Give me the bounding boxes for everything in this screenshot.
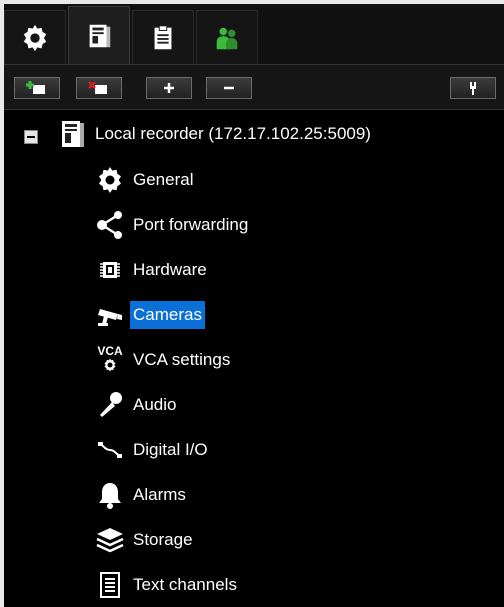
tree-item-label: Digital I/O [133, 440, 208, 459]
remove-recorder-icon [88, 81, 107, 94]
collapse-all-button[interactable] [206, 77, 252, 99]
users-icon [216, 27, 238, 49]
remove-recorder-button[interactable] [76, 77, 122, 99]
tree-item-label: Port forwarding [133, 215, 249, 234]
tree-item-label: General [133, 170, 194, 189]
tab-clipboard[interactable] [132, 10, 194, 64]
vca-icon: VCA [97, 344, 123, 358]
minus-icon [224, 86, 234, 90]
tree-item-storage[interactable]: Storage [90, 522, 196, 558]
server-icon [62, 121, 84, 147]
add-recorder-icon [26, 81, 45, 94]
tree-item-label: Alarms [133, 485, 186, 504]
chip-icon [100, 262, 120, 278]
gear-icon [104, 358, 116, 372]
recorder-tree: Local recorder (172.17.102.25:5009) Gene… [4, 110, 504, 607]
toolbar [4, 64, 504, 110]
tab-users[interactable] [196, 10, 258, 64]
tree-item-general[interactable]: General [90, 162, 196, 198]
tree-item-audio[interactable]: Audio [90, 387, 179, 423]
wrench-icon [470, 82, 476, 95]
bell-icon [99, 483, 121, 509]
layers-icon [96, 528, 124, 553]
tree-root-label: Local recorder (172.17.102.25:5009) [95, 124, 371, 143]
gear-icon [23, 24, 47, 51]
expand-all-button[interactable] [146, 77, 192, 99]
tab-recorder[interactable] [68, 6, 130, 64]
tree-item-alarms[interactable]: Alarms [90, 477, 189, 513]
tree-item-vca-settings[interactable]: VCA VCA settings [90, 342, 233, 378]
tree-item-label: VCA settings [133, 350, 231, 369]
plus-icon [164, 83, 174, 93]
tree-item-label: Cameras [130, 301, 205, 329]
tree-item-label: Storage [133, 530, 193, 549]
tab-settings[interactable] [4, 10, 66, 64]
add-recorder-button[interactable] [14, 77, 60, 99]
camera-icon [98, 309, 122, 326]
tree-item-digital-io[interactable]: Digital I/O [90, 432, 211, 468]
list-icon [100, 572, 120, 598]
digital-io-icon [97, 442, 123, 458]
tree-root-local-recorder[interactable]: Local recorder (172.17.102.25:5009) [52, 116, 374, 152]
tree-item-label: Text channels [133, 575, 237, 594]
server-icon [89, 24, 111, 47]
microphone-icon [100, 392, 122, 417]
tree-item-hardware[interactable]: Hardware [90, 252, 210, 288]
tree-item-text-channels[interactable]: Text channels [90, 567, 240, 603]
clipboard-icon [154, 24, 172, 49]
share-icon [97, 211, 122, 239]
tree-item-label: Hardware [133, 260, 207, 279]
gear-icon [99, 167, 121, 193]
collapse-toggle[interactable] [24, 130, 38, 144]
tab-strip [4, 4, 504, 64]
tree-item-port-forwarding[interactable]: Port forwarding [90, 207, 251, 243]
tree-item-cameras[interactable]: Cameras [90, 297, 205, 333]
tree-item-label: Audio [133, 395, 177, 414]
tools-button[interactable] [450, 77, 496, 99]
